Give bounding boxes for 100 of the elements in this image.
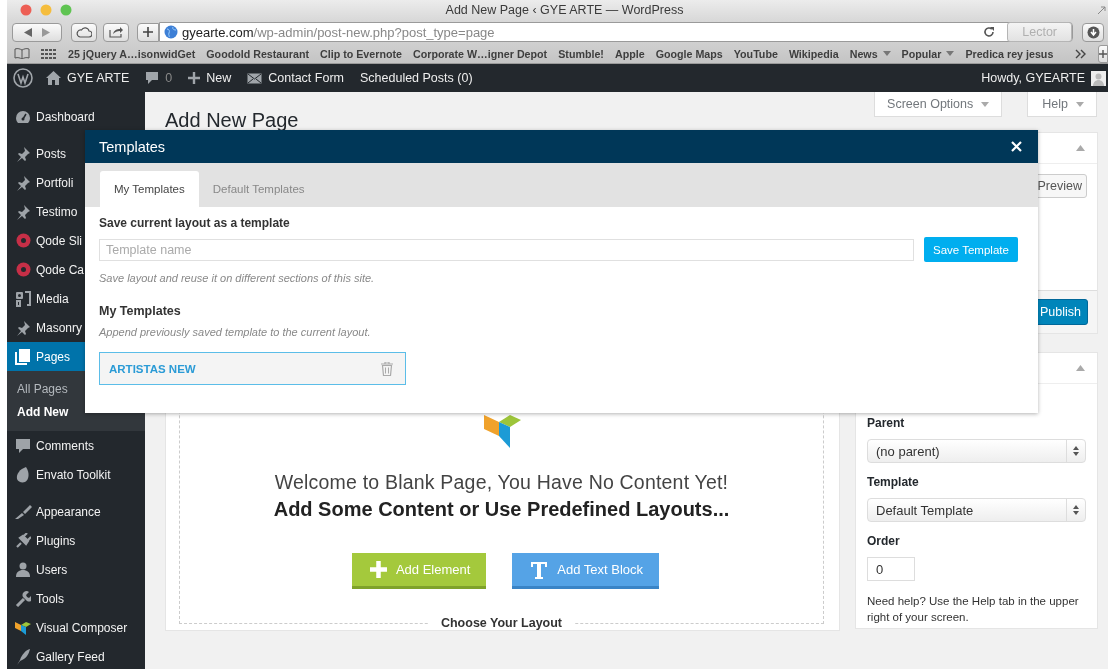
bookmark-folder[interactable]: News — [849, 47, 891, 60]
bookmark-link[interactable]: Wikipedia — [788, 47, 839, 60]
toggle-arrow-icon[interactable] — [1076, 145, 1085, 151]
caret-icon — [981, 101, 990, 107]
field-label: Template — [867, 475, 920, 489]
parent-select[interactable]: (no parent) — [867, 439, 1086, 463]
sidebar-menu-item[interactable]: Visual Composer — [7, 613, 145, 642]
back-forward-buttons[interactable] — [12, 22, 62, 42]
sidebar-menu-item[interactable]: Envato Toolkit — [7, 460, 145, 489]
leaf-icon — [16, 466, 30, 483]
forward-icon — [42, 27, 50, 37]
plus-icon — [143, 27, 153, 37]
prompt-text: Add Some Content or Use Predefined Layouts... — [273, 498, 730, 521]
close-icon[interactable] — [1011, 141, 1022, 152]
template-select[interactable]: Default Template — [867, 498, 1086, 522]
media-icon — [15, 290, 31, 307]
download-icon — [1086, 25, 1100, 39]
select-arrows-icon — [1073, 505, 1079, 515]
text-icon — [530, 560, 549, 579]
home-icon — [46, 71, 61, 85]
top-sites-grid-icon[interactable] — [41, 48, 57, 59]
bookmark-link[interactable]: 25 jQuery A…isonwidGet — [68, 47, 196, 60]
section-heading: My Templates — [99, 304, 182, 318]
sidebar-menu-item[interactable]: Plugins — [7, 526, 145, 555]
help-tab[interactable]: Help — [1027, 92, 1097, 117]
share-button[interactable] — [103, 22, 129, 42]
order-input[interactable]: 0 — [867, 557, 915, 581]
bookmark-link[interactable]: Google Maps — [655, 47, 723, 60]
pushpin-icon — [15, 145, 31, 162]
select-arrows-icon — [1073, 446, 1079, 456]
share-icon — [108, 26, 124, 38]
speech-bubble-icon — [145, 71, 160, 85]
sidebar-menu-item[interactable]: Dashboard — [7, 102, 145, 131]
sidebar-menu-item[interactable]: Users — [7, 555, 145, 584]
envelope-icon — [247, 72, 263, 84]
plug-icon — [15, 532, 31, 549]
template-name-input[interactable]: Template name — [99, 238, 914, 261]
scheduled-posts-link[interactable]: Scheduled Posts (0) — [360, 71, 473, 85]
cloud-icon — [76, 26, 92, 38]
caret-icon — [946, 51, 955, 56]
sidebar-menu-item[interactable]: Comments — [7, 431, 145, 460]
plus-icon — [188, 72, 201, 84]
bookmark-link[interactable]: Stumble! — [558, 47, 604, 60]
gauge-icon — [15, 109, 31, 124]
window-title: Add New Page ‹ GYE ARTE — WordPress — [444, 3, 685, 17]
greeting-link[interactable]: Howdy, GYEARTE — [981, 71, 1085, 85]
zoom-light-icon — [60, 4, 72, 16]
pages-icon — [15, 348, 31, 365]
bookmark-link[interactable]: Corporate W…igner Depot — [413, 47, 548, 60]
bookmark-link[interactable]: Predica rey jesus — [965, 47, 1054, 60]
modal-tab[interactable]: My Templates — [100, 171, 199, 207]
screen-options-tab[interactable]: Screen Options — [874, 92, 1003, 117]
section-heading: Save current layout as a template — [99, 216, 291, 230]
comments-link[interactable]: 0 — [145, 71, 173, 85]
plus-icon — [1099, 49, 1108, 58]
site-name-link[interactable]: GYE ARTE — [46, 71, 130, 85]
help-text: Need help? Use the Help tab in the upper right of your screen. — [867, 594, 1080, 625]
resize-icon[interactable] — [1097, 5, 1106, 15]
globe-icon — [164, 25, 178, 39]
sidebar-menu-item[interactable]: Appearance — [7, 497, 145, 526]
avatar-icon[interactable] — [1091, 70, 1106, 86]
toggle-arrow-icon[interactable] — [1076, 365, 1085, 371]
wrench-icon — [15, 590, 31, 607]
more-bookmarks-icon[interactable] — [1075, 48, 1088, 59]
cloud-button[interactable] — [71, 22, 97, 42]
pushpin-icon — [15, 174, 31, 191]
bookmark-folder[interactable]: Popular — [901, 47, 955, 60]
page-heading: Add New Page — [165, 108, 299, 132]
new-content-link[interactable]: New — [188, 71, 232, 85]
pushpin-icon — [15, 203, 31, 220]
speech-bubble-icon — [15, 437, 31, 454]
reload-icon[interactable] — [983, 26, 996, 38]
minimize-light-icon — [40, 4, 52, 16]
contact-form-link[interactable]: Contact Form — [247, 71, 344, 85]
hint-text: Append previously saved template to the current layout. — [99, 326, 372, 338]
paintbrush-icon — [14, 504, 32, 519]
pushpin-icon — [15, 319, 31, 336]
bookmark-link[interactable]: Goodold Restaurant — [206, 47, 310, 60]
bookmark-link[interactable]: Clip to Evernote — [320, 47, 402, 60]
downloads-button[interactable] — [1082, 22, 1104, 42]
layout-heading: Choose Your Layout — [428, 616, 575, 630]
field-label: Order — [867, 534, 901, 548]
sidebar-menu-item[interactable]: Tools — [7, 584, 145, 613]
feather-icon — [16, 648, 30, 665]
new-tab-button[interactable] — [1098, 44, 1109, 63]
back-icon — [24, 27, 32, 37]
sidebar-menu-item[interactable]: Gallery Feed — [7, 642, 145, 669]
welcome-text: Welcome to Blank Page, You Have No Content Yet! — [274, 471, 729, 494]
add-tab-button[interactable] — [137, 22, 159, 42]
bookmarks-book-icon[interactable] — [14, 48, 30, 59]
field-label: Parent — [867, 416, 906, 430]
bookmark-link[interactable]: YouTube — [733, 47, 778, 60]
ring-icon — [15, 233, 31, 248]
composer-icon — [15, 619, 31, 636]
caret-icon — [1076, 101, 1084, 107]
bookmark-link[interactable]: Apple — [614, 47, 645, 60]
close-light-icon — [20, 4, 32, 16]
caret-icon — [882, 51, 891, 56]
modal-title: Templates — [99, 138, 166, 155]
wordpress-logo-icon[interactable] — [13, 68, 33, 88]
